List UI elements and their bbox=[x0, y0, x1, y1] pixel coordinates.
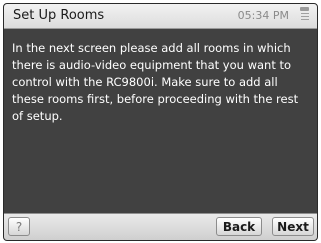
title-bar: Set Up Rooms 05:34 PM bbox=[4, 4, 317, 29]
device-screen: Set Up Rooms 05:34 PM In the next screen… bbox=[3, 3, 318, 241]
next-button[interactable]: Next bbox=[272, 217, 314, 236]
bottom-bar: ? Back Next bbox=[4, 213, 317, 240]
page-title: Set Up Rooms bbox=[13, 8, 105, 23]
battery-icon bbox=[298, 7, 311, 22]
clock: 05:34 PM bbox=[237, 9, 289, 22]
instruction-text: In the next screen please add all rooms … bbox=[12, 41, 299, 123]
back-button[interactable]: Back bbox=[216, 217, 262, 236]
help-button[interactable]: ? bbox=[8, 217, 30, 236]
